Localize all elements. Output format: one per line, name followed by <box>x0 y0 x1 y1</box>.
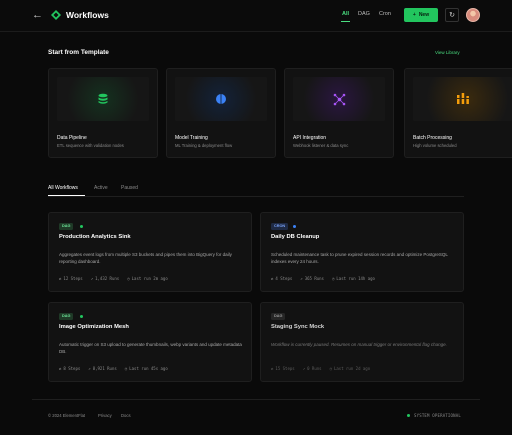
steps-count: 12 Steps <box>63 276 83 281</box>
copyright: © 2024 ElementFlat <box>48 413 86 418</box>
workflow-meta: ⇄ 8 Steps ↗ 8,921 Runs ◷ Last run 45s ago <box>59 366 168 371</box>
runs-count: 0 Runs <box>307 366 322 371</box>
type-badge: CRON <box>271 223 289 230</box>
nav-all[interactable]: All <box>342 11 349 17</box>
runs-icon: ↗ <box>90 276 94 281</box>
tab-active[interactable]: Active <box>94 185 108 191</box>
clock-icon: ◷ <box>331 276 335 281</box>
view-library-link[interactable]: View Library <box>435 50 460 55</box>
template-title: Model Training <box>175 135 208 141</box>
workflow-card[interactable]: DAG Production Analytics Sink Aggregates… <box>48 212 252 292</box>
workflow-meta: ⇄ 4 Steps ↗ 365 Runs ◷ Last run 14h ago <box>271 276 375 281</box>
footer-divider <box>32 399 480 400</box>
back-arrow-icon[interactable]: ← <box>32 9 44 21</box>
status-dot <box>80 225 83 228</box>
template-thumbnail <box>293 77 385 121</box>
nav-dag[interactable]: DAG <box>358 11 370 17</box>
app-title: Workflows <box>66 10 109 20</box>
type-badge: DAG <box>271 313 286 320</box>
top-bar: ← Workflows All DAG Cron + New ↻ <box>0 0 512 32</box>
workflow-card[interactable]: CRON Daily DB Cleanup Scheduled maintena… <box>260 212 464 292</box>
template-thumbnail <box>175 77 267 121</box>
nav-cron[interactable]: Cron <box>379 11 391 17</box>
type-badge: DAG <box>59 223 74 230</box>
status-dot <box>407 414 410 417</box>
runs-count: 365 Runs <box>304 276 324 281</box>
workflow-desc: Workflow is currently paused. Resumes on… <box>271 342 447 347</box>
workflow-card[interactable]: DAG Staging Sync Mock Workflow is curren… <box>260 302 464 382</box>
template-card-data-pipeline[interactable]: Data Pipeline ETL sequence with validati… <box>48 68 158 158</box>
template-card-api-integration[interactable]: API Integration Webhook listener & data … <box>284 68 394 158</box>
steps-icon: ⇄ <box>59 276 62 281</box>
template-desc: High volume scheduled <box>413 143 457 148</box>
plus-icon: + <box>412 12 416 18</box>
workflow-title: Staging Sync Mock <box>271 324 325 330</box>
runs-count: 1,432 Runs <box>95 276 120 281</box>
template-desc: Webhook listener & data sync <box>293 143 349 148</box>
user-avatar[interactable] <box>466 8 480 22</box>
workflow-title: Production Analytics Sink <box>59 234 131 240</box>
new-button-label: New <box>418 12 430 18</box>
steps-count: 8 Steps <box>63 366 81 371</box>
template-thumbnail <box>57 77 149 121</box>
steps-icon: ⇄ <box>59 366 62 371</box>
logo-icon <box>51 10 61 20</box>
template-desc: ML Training & deployment flow <box>175 143 233 148</box>
tab-all-workflows[interactable]: All Workflows <box>48 185 78 191</box>
refresh-icon: ↻ <box>449 12 455 19</box>
runs-count: 8,921 Runs <box>92 366 117 371</box>
bars-icon <box>455 93 470 104</box>
workflow-card[interactable]: DAG Image Optimization Mesh Automatic tr… <box>48 302 252 382</box>
last-run: Last run 14h ago <box>336 276 375 281</box>
type-badge: DAG <box>59 313 74 320</box>
workflow-desc: Aggregates event logs from multiple S3 b… <box>59 252 232 264</box>
tabs-divider <box>48 196 464 197</box>
status-dot <box>293 225 296 228</box>
clock-icon: ◷ <box>124 366 128 371</box>
last-run: Last run 2d ago <box>333 366 371 371</box>
steps-count: 4 Steps <box>275 276 293 281</box>
template-desc: ETL sequence with validation nodes <box>57 143 124 148</box>
template-card-batch-processing[interactable]: Batch Processing High volume scheduled <box>404 68 512 158</box>
runs-icon: ↗ <box>302 366 306 371</box>
refresh-button[interactable]: ↻ <box>445 8 459 22</box>
docs-link[interactable]: Docs <box>121 413 131 418</box>
workflow-desc: Automatic trigger on S3 upload to genera… <box>59 342 242 354</box>
network-icon <box>333 93 345 105</box>
nav-active-indicator <box>341 21 350 22</box>
system-status: SYSTEM OPERATIONAL <box>414 413 461 418</box>
workflow-meta: ⇄ 12 Steps ↗ 1,432 Runs ◷ Last run 2m ago <box>59 276 168 281</box>
template-title: API Integration <box>293 135 327 141</box>
template-card-model-training[interactable]: Model Training ML Training & deployment … <box>166 68 276 158</box>
clock-icon: ◷ <box>329 366 332 371</box>
runs-icon: ↗ <box>300 276 303 281</box>
privacy-link[interactable]: Privacy <box>98 413 112 418</box>
tab-active-indicator <box>48 195 85 196</box>
last-run: Last run 45s ago <box>129 366 168 371</box>
workflow-title: Image Optimization Mesh <box>59 324 129 330</box>
tab-paused[interactable]: Paused <box>121 185 138 191</box>
workflow-title: Daily DB Cleanup <box>271 234 320 240</box>
clock-icon: ◷ <box>127 276 130 281</box>
runs-icon: ↗ <box>88 366 91 371</box>
template-title: Data Pipeline <box>57 135 87 141</box>
steps-icon: ⇄ <box>271 276 274 281</box>
last-run: Last run 2m ago <box>131 276 168 281</box>
status-dot <box>80 315 83 318</box>
split-circle-icon <box>216 94 226 104</box>
steps-icon: ⇄ <box>271 366 274 371</box>
workflow-meta: ⇄ 15 Steps ↗ 0 Runs ◷ Last run 2d ago <box>271 366 370 371</box>
steps-count: 15 Steps <box>275 366 295 371</box>
database-icon <box>98 93 108 104</box>
templates-heading: Start from Template <box>48 49 109 56</box>
template-title: Batch Processing <box>413 135 452 141</box>
workflow-desc: Scheduled maintenance task to prune expi… <box>271 252 448 264</box>
template-thumbnail <box>413 77 512 121</box>
new-workflow-button[interactable]: + New <box>404 8 438 22</box>
